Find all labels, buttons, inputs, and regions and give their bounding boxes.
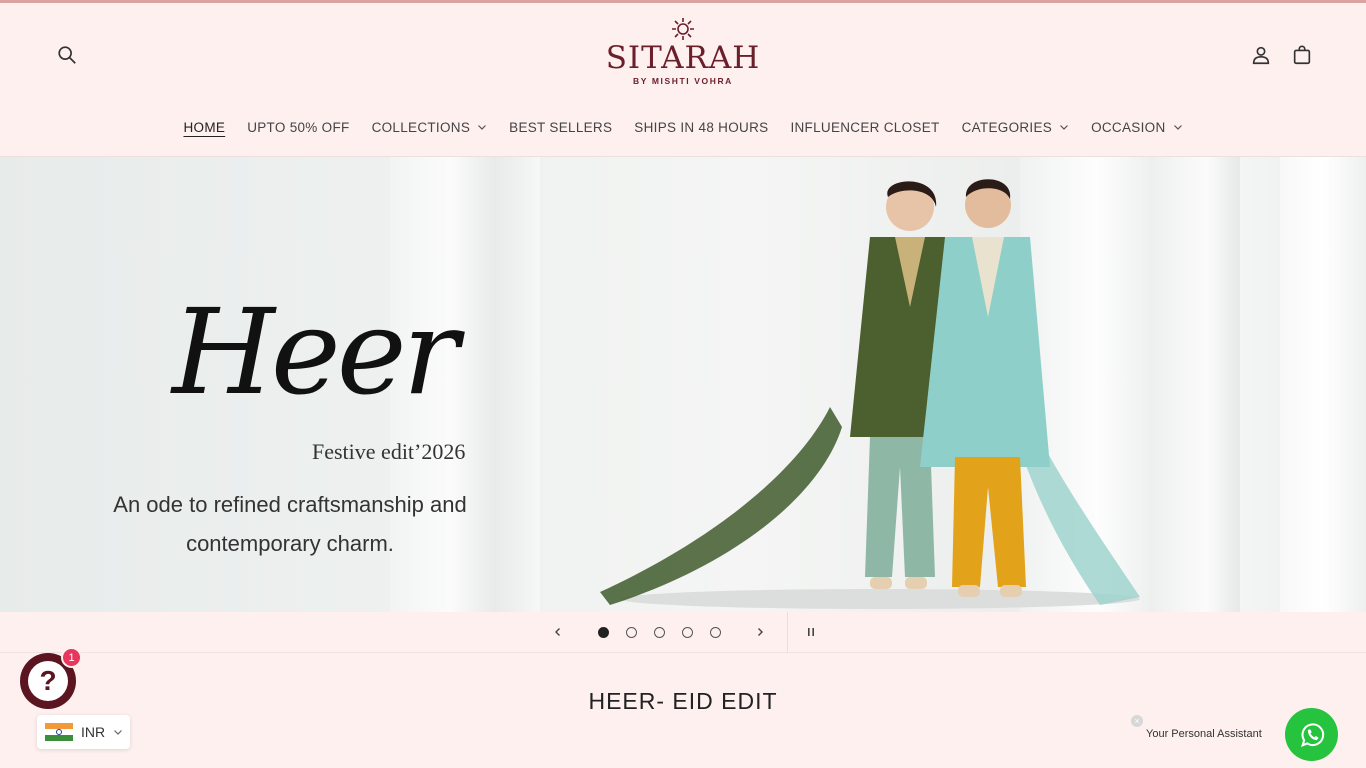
chevron-down-icon: [1060, 125, 1069, 130]
nav-sale[interactable]: UPTO 50% OFF: [247, 120, 349, 135]
nav-ships-48-hours[interactable]: SHIPS IN 48 HOURS: [634, 120, 768, 135]
slide-dot-1[interactable]: [598, 627, 609, 638]
section-title: HEER- EID EDIT: [588, 688, 778, 714]
hero-tagline: An ode to refined craftsmanship and cont…: [110, 485, 470, 563]
personal-assistant-label[interactable]: Your Personal Assistant: [1134, 719, 1274, 749]
nav-influencer-label: INFLUENCER CLOSET: [790, 119, 940, 135]
nav-sale-label: UPTO 50% OFF: [247, 119, 350, 135]
assistant-label-text: Your Personal Assistant: [1146, 728, 1262, 740]
slide-dot-3[interactable]: [654, 627, 665, 638]
nav-influencer-closet[interactable]: INFLUENCER CLOSET: [790, 120, 939, 135]
brand-logo[interactable]: SITARAH BY MISHTI VOHRA: [560, 17, 806, 97]
chevron-left-icon[interactable]: [549, 623, 567, 641]
chevron-right-icon[interactable]: [751, 623, 769, 641]
close-icon[interactable]: ×: [1131, 715, 1143, 727]
nav-best-sellers[interactable]: BEST SELLERS: [509, 120, 612, 135]
chevron-down-icon: [478, 125, 487, 130]
nav-collections[interactable]: COLLECTIONS: [372, 120, 488, 135]
sun-icon: [672, 18, 694, 40]
bag-icon[interactable]: [1286, 39, 1318, 71]
hero-banner[interactable]: Heer Festive edit’2026 An ode to refined…: [0, 157, 1366, 612]
chevron-down-icon: [1173, 125, 1182, 130]
hero-tagline-line2: contemporary charm.: [186, 531, 394, 556]
nav-categories[interactable]: CATEGORIES: [962, 120, 1070, 135]
pause-icon[interactable]: [803, 624, 819, 640]
nav-ships-label: SHIPS IN 48 HOURS: [634, 119, 769, 135]
nav-home[interactable]: HOME: [183, 120, 225, 135]
slider-controls: [0, 612, 1366, 653]
nav-occasion[interactable]: OCCASION: [1091, 120, 1182, 135]
hero-subtitle: Festive edit’2026: [312, 439, 466, 464]
slide-dot-4[interactable]: [682, 627, 693, 638]
brand-name: SITARAH: [605, 40, 761, 76]
nav-best-sellers-label: BEST SELLERS: [509, 119, 613, 135]
hero-tagline-line1: An ode to refined craftsmanship and: [113, 492, 467, 517]
curtain-far-right: [1280, 157, 1366, 612]
nav-categories-label: CATEGORIES: [961, 119, 1053, 135]
hero-title: Heer: [172, 283, 459, 421]
india-flag-icon: [45, 723, 73, 741]
currency-selector[interactable]: INR: [37, 715, 130, 749]
whatsapp-icon[interactable]: [1285, 708, 1338, 761]
models-image: [600, 179, 1140, 609]
slide-dot-5[interactable]: [710, 627, 721, 638]
chevron-down-icon: [114, 730, 123, 735]
chat-notification-badge: 1: [61, 647, 82, 668]
user-icon[interactable]: [1245, 39, 1277, 71]
main-navigation: HOME UPTO 50% OFF COLLECTIONS BEST SELLE…: [0, 116, 1366, 138]
question-icon: ?: [28, 661, 68, 701]
search-icon[interactable]: [51, 39, 83, 71]
brand-subtitle: BY MISHTI VOHRA: [633, 76, 733, 86]
slide-dot-2[interactable]: [626, 627, 637, 638]
nav-collections-label: COLLECTIONS: [371, 119, 471, 135]
nav-home-label: HOME: [183, 119, 226, 135]
nav-occasion-label: OCCASION: [1091, 119, 1166, 135]
slider-separator: [787, 612, 788, 653]
site-header: SITARAH BY MISHTI VOHRA HOME UPTO 50% OF…: [0, 3, 1366, 156]
currency-code: INR: [81, 724, 106, 740]
